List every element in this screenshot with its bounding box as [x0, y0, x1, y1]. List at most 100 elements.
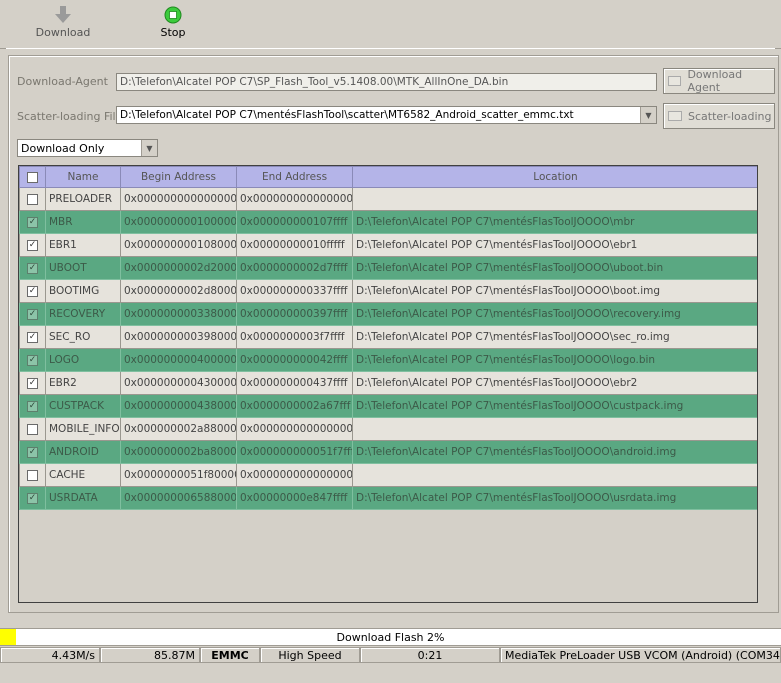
table-row[interactable]: ✓ ANDROID 0x000000002ba80000 0x000000000051… — [19, 440, 757, 464]
location[interactable]: D:\Telefon\Alcatel POP C7\mentésFlasTool… — [352, 233, 757, 257]
end-address: 0x000000000042ffff — [236, 348, 353, 372]
row-checkbox-cell[interactable]: ✓ — [19, 348, 46, 372]
row-checkbox[interactable]: ✓ — [27, 400, 38, 412]
table-row[interactable]: ✓ LOGO 0x0000000004000000 0x000000000042fff… — [19, 348, 757, 372]
location[interactable]: D:\Telefon\Alcatel POP C7\mentésFlasTool… — [352, 486, 757, 510]
progress-bar: Download Flash 2% — [0, 628, 781, 646]
row-checkbox-cell[interactable]: ✓ — [19, 394, 46, 418]
table-row[interactable]: ✓ EBR2 0x0000000004300000 0x000000000437fff… — [19, 371, 757, 395]
location[interactable]: D:\Telefon\Alcatel POP C7\mentésFlasTool… — [352, 256, 757, 280]
row-checkbox[interactable]: ✓ — [27, 354, 38, 366]
stop-button[interactable]: Stop — [138, 4, 208, 46]
download-agent-button[interactable]: Download Agent — [663, 68, 775, 94]
begin-address: 0x000000002ba80000 — [120, 440, 237, 464]
location[interactable]: D:\Telefon\Alcatel POP C7\mentésFlasTool… — [352, 371, 757, 395]
chevron-down-icon[interactable]: ▼ — [640, 107, 656, 123]
status-size: 85.87M — [100, 647, 200, 663]
table-row[interactable]: ✓ UBOOT 0x0000000002d20000 0x0000000002d7ff… — [19, 256, 757, 280]
scatter-loading-button[interactable]: Scatter-loading — [663, 103, 775, 129]
partition-name: UBOOT — [45, 256, 121, 280]
table-row[interactable]: MOBILE_INFO 0x000000002a880000 0x000000000… — [19, 417, 757, 441]
partition-name: MBR — [45, 210, 121, 234]
row-checkbox-cell[interactable]: ✓ — [19, 486, 46, 510]
row-checkbox[interactable]: ✓ — [27, 331, 38, 343]
location[interactable]: D:\Telefon\Alcatel POP C7\mentésFlasTool… — [352, 440, 757, 464]
row-checkbox-cell[interactable]: ✓ — [19, 325, 46, 349]
download-agent-label: Download-Agent — [17, 75, 108, 88]
partition-name: MOBILE_INFO — [45, 417, 121, 441]
row-checkbox-cell[interactable] — [19, 417, 46, 441]
select-all-checkbox[interactable] — [27, 171, 38, 183]
table-row[interactable]: ✓ USRDATA 0x0000000065880000 0x00000000e847… — [19, 486, 757, 510]
location[interactable] — [352, 417, 757, 441]
row-checkbox[interactable]: ✓ — [27, 492, 38, 504]
download-button[interactable]: Download — [28, 4, 98, 46]
row-checkbox-cell[interactable]: ✓ — [19, 233, 46, 257]
header-name[interactable]: Name — [45, 166, 121, 188]
row-checkbox[interactable]: ✓ — [27, 285, 38, 297]
table-header: Name Begin Address End Address Location — [19, 166, 757, 188]
begin-address: 0x0000000001080000 — [120, 233, 237, 257]
download-agent-field[interactable]: D:\Telefon\Alcatel POP C7\SP_Flash_Tool_… — [116, 73, 657, 91]
location[interactable]: D:\Telefon\Alcatel POP C7\mentésFlasTool… — [352, 325, 757, 349]
begin-address: 0x0000000004300000 — [120, 371, 237, 395]
row-checkbox[interactable] — [27, 193, 38, 205]
partition-name: LOGO — [45, 348, 121, 372]
select-all-header[interactable] — [19, 166, 46, 188]
location[interactable]: D:\Telefon\Alcatel POP C7\mentésFlasTool… — [352, 279, 757, 303]
header-begin-address[interactable]: Begin Address — [120, 166, 237, 188]
location[interactable] — [352, 463, 757, 487]
table-row[interactable]: ✓ EBR1 0x0000000001080000 0x00000000010ffff… — [19, 233, 757, 257]
partition-name: EBR2 — [45, 371, 121, 395]
header-end-address[interactable]: End Address — [236, 166, 353, 188]
chevron-down-icon[interactable]: ▼ — [141, 140, 157, 156]
table-row[interactable]: ✓ RECOVERY 0x0000000003380000 0x00000000039… — [19, 302, 757, 326]
table-row[interactable]: PRELOADER 0x0000000000000000 0x00000000000… — [19, 187, 757, 211]
end-address: 0x00000000e847ffff — [236, 486, 353, 510]
scatter-file-combo[interactable]: D:\Telefon\Alcatel POP C7\mentésFlashToo… — [116, 106, 657, 124]
row-checkbox-cell[interactable]: ✓ — [19, 371, 46, 395]
row-checkbox-cell[interactable]: ✓ — [19, 256, 46, 280]
row-checkbox-cell[interactable] — [19, 187, 46, 211]
row-checkbox[interactable]: ✓ — [27, 446, 38, 458]
status-mode: High Speed — [260, 647, 360, 663]
download-button-label: Download — [35, 26, 91, 39]
table-row[interactable]: ✓ CUSTPACK 0x0000000004380000 0x0000000002a… — [19, 394, 757, 418]
location[interactable] — [352, 187, 757, 211]
row-checkbox-cell[interactable]: ✓ — [19, 210, 46, 234]
row-checkbox-cell[interactable] — [19, 463, 46, 487]
row-checkbox-cell[interactable]: ✓ — [19, 440, 46, 464]
table-row[interactable]: CACHE 0x0000000051f80000 0x000000000000000… — [19, 463, 757, 487]
download-arrow-icon — [53, 4, 73, 26]
header-location[interactable]: Location — [352, 166, 757, 188]
location[interactable]: D:\Telefon\Alcatel POP C7\mentésFlasTool… — [352, 210, 757, 234]
row-checkbox[interactable] — [27, 423, 38, 435]
table-row[interactable]: ✓ BOOTIMG 0x0000000002d80000 0x000000000337… — [19, 279, 757, 303]
scatter-file-value: D:\Telefon\Alcatel POP C7\mentésFlashToo… — [120, 109, 574, 121]
row-checkbox[interactable]: ✓ — [27, 239, 38, 251]
location[interactable]: D:\Telefon\Alcatel POP C7\mentésFlasTool… — [352, 394, 757, 418]
toolbar-divider — [6, 48, 775, 49]
end-address: 0x0000000003f7ffff — [236, 325, 353, 349]
begin-address: 0x0000000051f80000 — [120, 463, 237, 487]
row-checkbox-cell[interactable]: ✓ — [19, 302, 46, 326]
table-row[interactable]: ✓ SEC_RO 0x0000000003980000 0x0000000003f7f… — [19, 325, 757, 349]
row-checkbox-cell[interactable]: ✓ — [19, 279, 46, 303]
location[interactable]: D:\Telefon\Alcatel POP C7\mentésFlasTool… — [352, 302, 757, 326]
row-checkbox[interactable]: ✓ — [27, 308, 38, 320]
stop-button-label: Stop — [160, 26, 186, 39]
partition-name: PRELOADER — [45, 187, 121, 211]
download-mode-select[interactable]: Download Only ▼ — [17, 139, 158, 157]
row-checkbox[interactable]: ✓ — [27, 377, 38, 389]
folder-icon — [668, 76, 682, 86]
location[interactable]: D:\Telefon\Alcatel POP C7\mentésFlasTool… — [352, 348, 757, 372]
partition-name: SEC_RO — [45, 325, 121, 349]
row-checkbox[interactable]: ✓ — [27, 216, 38, 228]
status-speed: 4.43M/s — [0, 647, 100, 663]
scatter-loading-button-label: Scatter-loading — [688, 109, 772, 123]
partition-table: Name Begin Address End Address Location … — [18, 165, 758, 603]
table-row[interactable]: ✓ MBR 0x0000000001000000 0x000000000107ffff… — [19, 210, 757, 234]
end-address: 0x0000000002d7ffff — [236, 256, 353, 280]
row-checkbox[interactable] — [27, 469, 38, 481]
row-checkbox[interactable]: ✓ — [27, 262, 38, 274]
